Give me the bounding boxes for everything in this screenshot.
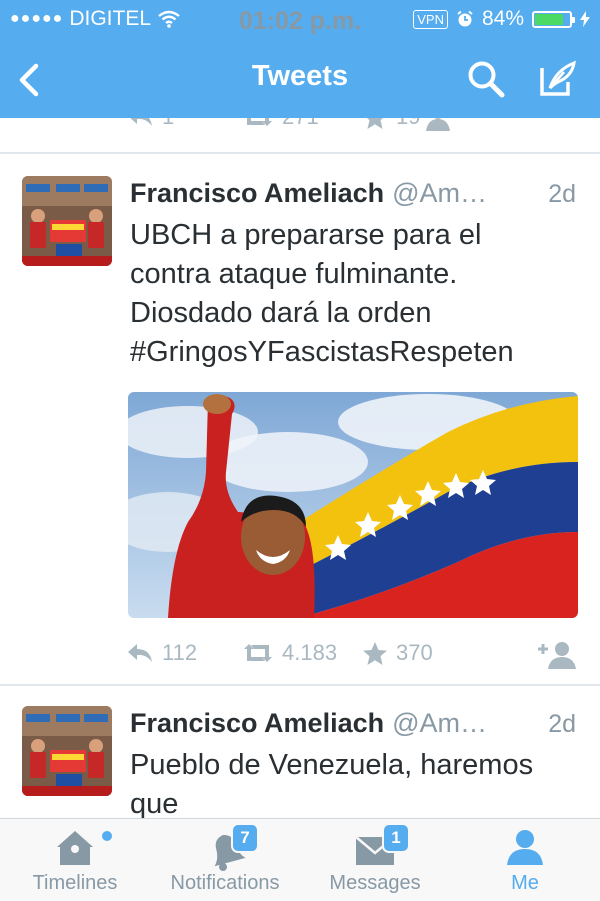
media-photo	[128, 392, 578, 618]
charging-bolt-icon	[580, 11, 590, 27]
reply-action[interactable]: 112	[126, 640, 197, 666]
reply-icon	[130, 118, 152, 126]
retweet-icon	[247, 118, 272, 126]
follow-action[interactable]	[412, 118, 452, 132]
tab-messages[interactable]: 1 Messages	[310, 819, 440, 901]
tab-label: Messages	[329, 872, 421, 894]
tab-label: Notifications	[170, 872, 280, 894]
retweet-action[interactable]: 4.183	[242, 640, 337, 666]
tweet-text-line: UBCH a prepararse para el	[130, 219, 482, 251]
tweet-item[interactable]: Francisco Ameliach @Am… 2d UBCH a prepara…	[0, 154, 600, 684]
battery-percent: 84%	[481, 7, 524, 30]
follow-action[interactable]	[536, 640, 578, 670]
new-content-dot	[102, 831, 112, 841]
star-icon	[363, 641, 387, 665]
status-bar: ●●●●● DIGITEL 01:02 p.m. VPN 84%	[0, 0, 600, 38]
tweet-text-line: Pueblo de Venezuela, haremos	[130, 749, 534, 781]
reply-icon	[128, 644, 152, 662]
retweet-count: 4.183	[282, 640, 338, 665]
author-handle: @Am…	[392, 708, 488, 738]
tweet-text-line: que	[130, 788, 179, 818]
retweet-icon	[244, 644, 272, 662]
retweet-action[interactable]: 271	[242, 118, 319, 130]
tweet-author[interactable]: Francisco Ameliach @Am…	[130, 178, 487, 209]
author-handle: @Am…	[392, 178, 488, 208]
tweet-text: UBCH a prepararse para el contra ataque …	[130, 216, 580, 372]
tweet-text: Pueblo de Venezuela, haremos que	[130, 746, 580, 818]
page-title: Tweets	[251, 60, 349, 92]
vpn-indicator: VPN	[413, 9, 448, 29]
tweet-item[interactable]: Francisco Ameliach @Am… 2d Pueblo de Vene…	[0, 686, 600, 818]
favorite-count: 370	[396, 640, 433, 665]
hashtag-link[interactable]: #GringosYFascistasRespeten	[130, 333, 580, 372]
home-icon	[57, 831, 93, 865]
top-bar: ●●●●● DIGITEL 01:02 p.m. VPN 84% Tweets	[0, 0, 600, 118]
favorite-action[interactable]: 370	[362, 640, 433, 666]
author-name: Francisco Ameliach	[130, 708, 385, 738]
avatar[interactable]	[22, 176, 112, 266]
tweet-timestamp: 2d	[548, 710, 576, 738]
avatar-image	[22, 706, 112, 796]
tab-me[interactable]: Me	[465, 819, 585, 901]
battery-icon	[532, 10, 575, 28]
reply-action[interactable]: 1	[126, 118, 174, 130]
tab-label: Timelines	[32, 872, 118, 894]
reply-count: 112	[162, 640, 198, 665]
tab-timelines[interactable]: Timelines	[10, 819, 140, 901]
tweet-actions: 112 4.183 370	[126, 640, 586, 674]
reply-count: 1	[162, 118, 174, 130]
avatar-image	[22, 176, 112, 266]
navigation-bar: Tweets	[0, 40, 600, 118]
tweet-timestamp: 2d	[548, 180, 576, 208]
tab-notifications[interactable]: 7 Notifications	[155, 819, 295, 901]
messages-badge: 1	[382, 823, 410, 853]
tweet-text-line: Diosdado dará la orden	[130, 297, 432, 329]
tweet-author[interactable]: Francisco Ameliach @Am…	[130, 708, 487, 739]
search-icon[interactable]	[465, 58, 507, 100]
retweet-count: 271	[282, 118, 319, 130]
star-icon	[367, 118, 383, 129]
follow-user-icon	[538, 642, 576, 669]
follow-user-icon	[426, 118, 450, 131]
previous-tweet-actions: 1 271 19	[0, 118, 600, 138]
compose-tweet-icon[interactable]	[536, 58, 578, 100]
notifications-badge: 7	[231, 823, 259, 853]
avatar[interactable]	[22, 706, 112, 796]
tweet-text-line: contra ataque fulminante.	[130, 258, 458, 290]
author-name: Francisco Ameliach	[130, 178, 385, 208]
tab-bar: Timelines 7 Notifications 1 Messages Me	[0, 818, 600, 901]
tab-label: Me	[511, 872, 539, 894]
profile-icon	[507, 830, 543, 865]
alarm-icon	[457, 10, 473, 27]
tweet-feed[interactable]: 1 271 19	[0, 118, 600, 818]
tweet-media-image[interactable]	[128, 392, 578, 618]
